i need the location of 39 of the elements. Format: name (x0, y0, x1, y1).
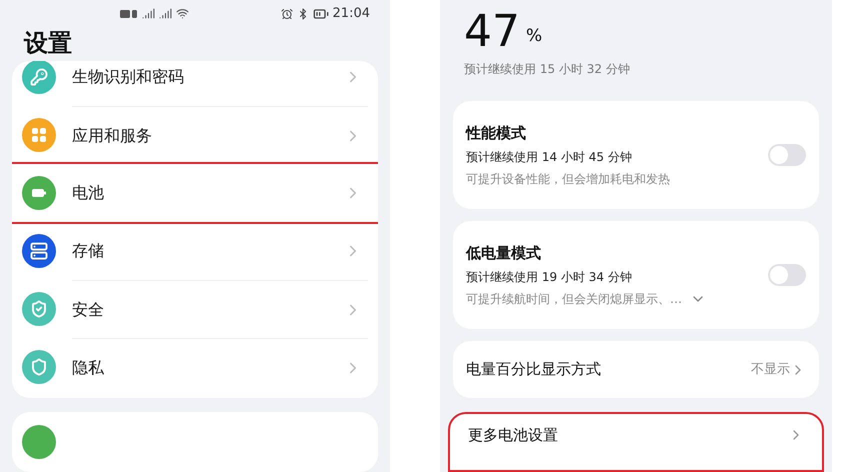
battery-estimate: 预计继续使用 15 小时 32 分钟 (464, 60, 630, 78)
grid-icon (30, 126, 48, 144)
toggle-switch[interactable] (768, 264, 806, 286)
settings-item[interactable]: 隐私 (12, 338, 378, 396)
alarm-icon (280, 8, 293, 20)
mode-description: 可提升设备性能，但会增加耗电和发热 (466, 171, 670, 188)
server-icon (30, 242, 48, 260)
row-label: 更多电池设置 (468, 424, 558, 446)
more-battery-settings-row[interactable]: 更多电池设置 (448, 412, 824, 472)
row-value: 不显示 (751, 360, 790, 379)
row-label: 电量百分比显示方式 (466, 359, 601, 380)
settings-item[interactable]: 应用和服务 (12, 106, 378, 164)
signal-icon (159, 7, 172, 20)
mode-title: 低电量模式 (466, 242, 542, 264)
percentage-display-row[interactable]: 电量百分比显示方式 不显示 (453, 341, 819, 398)
item-label: 生物识别和密码 (72, 66, 184, 88)
settings-item[interactable]: 生物识别和密码 (12, 61, 378, 106)
signal-icon (142, 7, 155, 20)
status-time: 21:04 (332, 4, 370, 23)
page-title: 设置 (24, 28, 72, 59)
item-label: 电池 (72, 182, 104, 204)
mode-estimate: 预计继续使用 14 小时 45 分钟 (466, 149, 633, 166)
item-label: 安全 (72, 298, 104, 320)
mode-estimate: 预计继续使用 19 小时 34 分钟 (466, 269, 633, 286)
key-icon (30, 68, 48, 86)
settings-item[interactable]: 电池 (12, 164, 378, 222)
toggle-switch[interactable] (768, 144, 806, 166)
item-label: 隐私 (72, 356, 104, 378)
settings-item[interactable]: 安全 (12, 280, 378, 338)
shield-icon (30, 300, 48, 318)
hd-icon (120, 8, 138, 18)
battery-percent: 47 (464, 8, 520, 56)
settings-item[interactable]: 存储 (12, 222, 378, 280)
mode-title: 性能模式 (466, 122, 527, 144)
percent-unit: % (526, 25, 542, 48)
item-label: 存储 (72, 240, 104, 262)
mode-description: 可提升续航时间，但会关闭熄屏显示、… (466, 291, 682, 308)
item-label: 应用和服务 (72, 124, 152, 146)
shield-icon (30, 358, 48, 376)
